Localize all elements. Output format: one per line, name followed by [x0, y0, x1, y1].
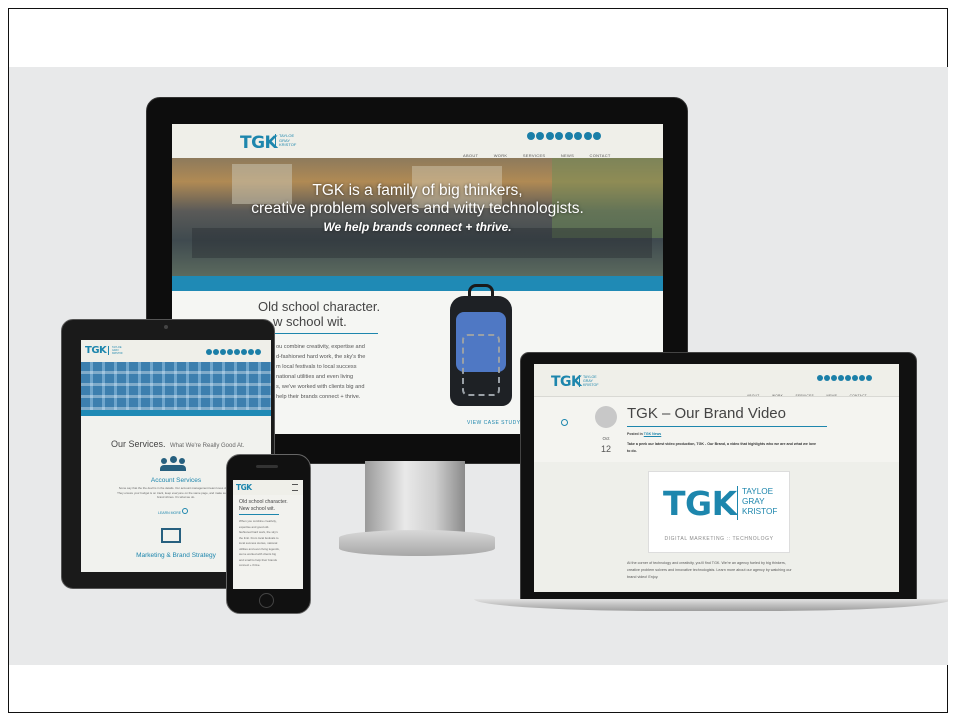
laptop-screen: TGK TAYLOE GRAY KRISTOF ABOUT WORK SERVI… [534, 364, 899, 592]
desktop-section-rule [268, 333, 378, 334]
tablet-header: TGK TAYLOE GRAY KRISTOF [81, 340, 271, 362]
tablet-logo-name: TAYLOE GRAY KRISTOF [108, 346, 123, 355]
laptop-header: TGK TAYLOE GRAY KRISTOF ABOUT WORK SERVI… [534, 364, 899, 398]
linkedin-icon[interactable] [545, 132, 554, 140]
youtube-icon[interactable] [555, 132, 563, 140]
hero-line2: creative problem solvers and witty techn… [251, 200, 584, 217]
post-intro: Take a peek our latest video production,… [627, 442, 817, 453]
laptop-back-button[interactable] [561, 419, 568, 426]
tablet-learn-more[interactable]: LEARN MORE [158, 508, 189, 515]
post-title: TGK – Our Brand Video [627, 405, 786, 422]
phone-title-2: New school wit. [239, 506, 276, 512]
phone-screen: TGK Old school character. New school wit… [233, 480, 303, 589]
phone-title-rule [239, 514, 279, 515]
tablet-logo[interactable]: TGK [85, 345, 107, 356]
desktop-hero: TGK is a family of big thinkers, creativ… [172, 158, 663, 276]
desktop-logo[interactable]: TGK [240, 133, 278, 153]
phone-speaker [256, 465, 278, 468]
desktop-social-icons [525, 127, 601, 145]
twitter-icon[interactable] [536, 132, 544, 140]
arrow-circle-icon [182, 508, 189, 514]
rss-icon[interactable] [593, 132, 601, 140]
post-date-day: 12 [600, 444, 611, 454]
phone-home-button[interactable] [259, 593, 274, 608]
author-avatar [595, 406, 617, 428]
phone-body: When you combine creativity, expertise a… [239, 519, 280, 567]
monitor-stand [365, 461, 465, 533]
post-body: At the corner of technology and creativi… [627, 561, 792, 579]
desktop-section-title-1: Old school character. [258, 299, 381, 314]
laptop-logo-name: TAYLOE GRAY KRISTOF [579, 375, 599, 387]
presentation-board-icon [161, 528, 181, 543]
card-name: TAYLOE GRAY KRISTOF [742, 487, 778, 516]
desktop-body: ou combine creativity, expertise and d-f… [276, 344, 366, 400]
desktop-header: TGK TAYLOE GRAY KRISTOF ABOUT WORK SERVI… [172, 124, 663, 158]
laptop-nav: ABOUT WORK SERVICES NEWS CONTACT [739, 384, 867, 402]
tablet-services-heading: Our Services. What We're Really Good At. [111, 439, 245, 449]
desktop-section-title-2: w school wit. [273, 314, 347, 329]
post-title-rule [627, 426, 827, 427]
backpack-image [448, 284, 514, 408]
google-plus-icon[interactable] [583, 132, 592, 140]
people-icon [160, 456, 186, 472]
brand-video-card[interactable]: TGK TAYLOE GRAY KRISTOF DIGITAL MARKETIN… [648, 471, 790, 553]
hero-line1: TGK is a family of big thinkers, [312, 182, 523, 199]
phone-header: TGK [233, 480, 303, 495]
laptop-base [474, 599, 948, 611]
phone-logo[interactable]: TGK [236, 483, 252, 492]
pinterest-icon[interactable] [574, 132, 582, 140]
post-meta: Posted in TGK News [627, 432, 662, 436]
card-logo: TGK [663, 484, 737, 523]
phone-title-1: Old school character. [239, 499, 288, 505]
desktop-logo-name: TAYLOE GRAY KRISTOF [275, 133, 296, 148]
phone-menu-icon[interactable] [292, 484, 298, 491]
post-date-month: Oct [602, 436, 610, 441]
posted-category-link[interactable]: TGK News [644, 432, 662, 436]
facebook-icon[interactable] [526, 132, 535, 140]
tablet-camera [164, 325, 168, 329]
showcase-stage: TGK TAYLOE GRAY KRISTOF ABOUT WORK SERVI… [9, 67, 948, 665]
hero-tagline: We help brands connect + thrive. [323, 220, 512, 234]
card-logo-rule [737, 486, 738, 520]
tablet-hero-overlay [81, 362, 271, 410]
card-tagline: DIGITAL MARKETING :: TECHNOLOGY [664, 536, 774, 542]
instagram-icon[interactable] [564, 132, 573, 140]
tablet-social-icons [205, 342, 261, 360]
laptop-logo[interactable]: TGK [551, 374, 582, 390]
desktop-hero-band [172, 276, 663, 291]
tablet-hero-band [81, 410, 271, 416]
laptop-header-rule [534, 396, 899, 397]
monitor-base [339, 530, 495, 556]
